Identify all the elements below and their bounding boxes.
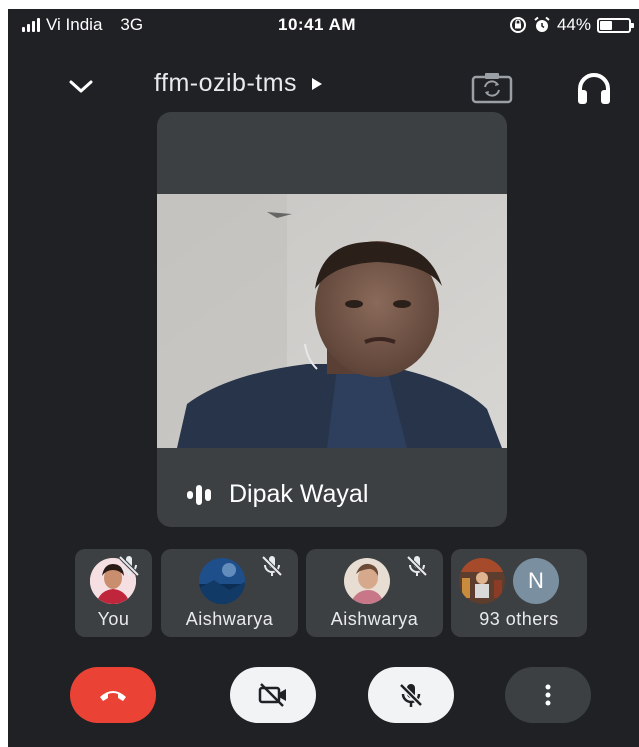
battery-icon — [597, 17, 634, 33]
more-vert-icon — [545, 684, 551, 706]
avatar — [199, 558, 245, 604]
rotation-lock-icon — [509, 17, 526, 33]
more-options-button[interactable] — [505, 667, 591, 723]
participant-tile-you[interactable]: You — [75, 549, 152, 637]
headphones-icon[interactable] — [574, 70, 614, 106]
call-header: ffm-ozib-tms — [8, 61, 639, 111]
avatar-initial: N — [513, 558, 559, 604]
network-label: 3G — [120, 15, 144, 34]
carrier-label: Vi India — [46, 15, 103, 34]
battery-percent: 44% — [556, 15, 591, 34]
camera-off-icon — [258, 683, 286, 707]
end-call-icon — [100, 691, 126, 701]
participant-name: Aishwarya — [330, 609, 419, 629]
meeting-code: ffm-ozib-tms — [154, 69, 298, 97]
clock: 10:41 AM — [278, 15, 357, 34]
speaker-label: Dipak Wayal — [187, 480, 368, 509]
meet-screen: Vi India 3G 10:41 AM 44% ffm-ozib-tms Di… — [8, 9, 639, 747]
avatar — [459, 558, 505, 604]
avatar-letter: N — [528, 568, 544, 593]
play-arrow-icon — [312, 77, 323, 90]
mic-off-icon — [261, 555, 283, 577]
status-bar: Vi India 3G 10:41 AM 44% — [8, 9, 639, 43]
avatar — [344, 558, 390, 604]
mic-toggle-button[interactable] — [368, 667, 454, 723]
participant-name: 93 others — [479, 609, 559, 629]
camera-switch-icon[interactable] — [470, 71, 514, 105]
participant-tile-others[interactable]: N 93 others — [451, 549, 587, 637]
end-call-button[interactable] — [70, 667, 156, 723]
mic-off-icon — [399, 683, 423, 707]
alarm-icon — [534, 16, 550, 32]
speaker-tile[interactable]: Dipak Wayal — [157, 112, 507, 527]
mic-off-icon — [406, 555, 428, 577]
chevron-down-icon[interactable] — [66, 71, 96, 101]
speaker-name: Dipak Wayal — [229, 480, 369, 508]
participant-name: Aishwarya — [185, 609, 274, 629]
participant-tile-aishwarya-1[interactable]: Aishwarya — [161, 549, 298, 637]
participant-tile-aishwarya-2[interactable]: Aishwarya — [306, 549, 443, 637]
audio-level-icon — [187, 484, 211, 505]
participant-name: You — [97, 609, 130, 629]
camera-toggle-button[interactable] — [230, 667, 316, 723]
signal-icon — [22, 18, 40, 32]
meeting-code-button[interactable]: ffm-ozib-tms — [154, 69, 323, 98]
speaker-video — [157, 194, 507, 448]
mic-off-icon — [118, 555, 140, 577]
